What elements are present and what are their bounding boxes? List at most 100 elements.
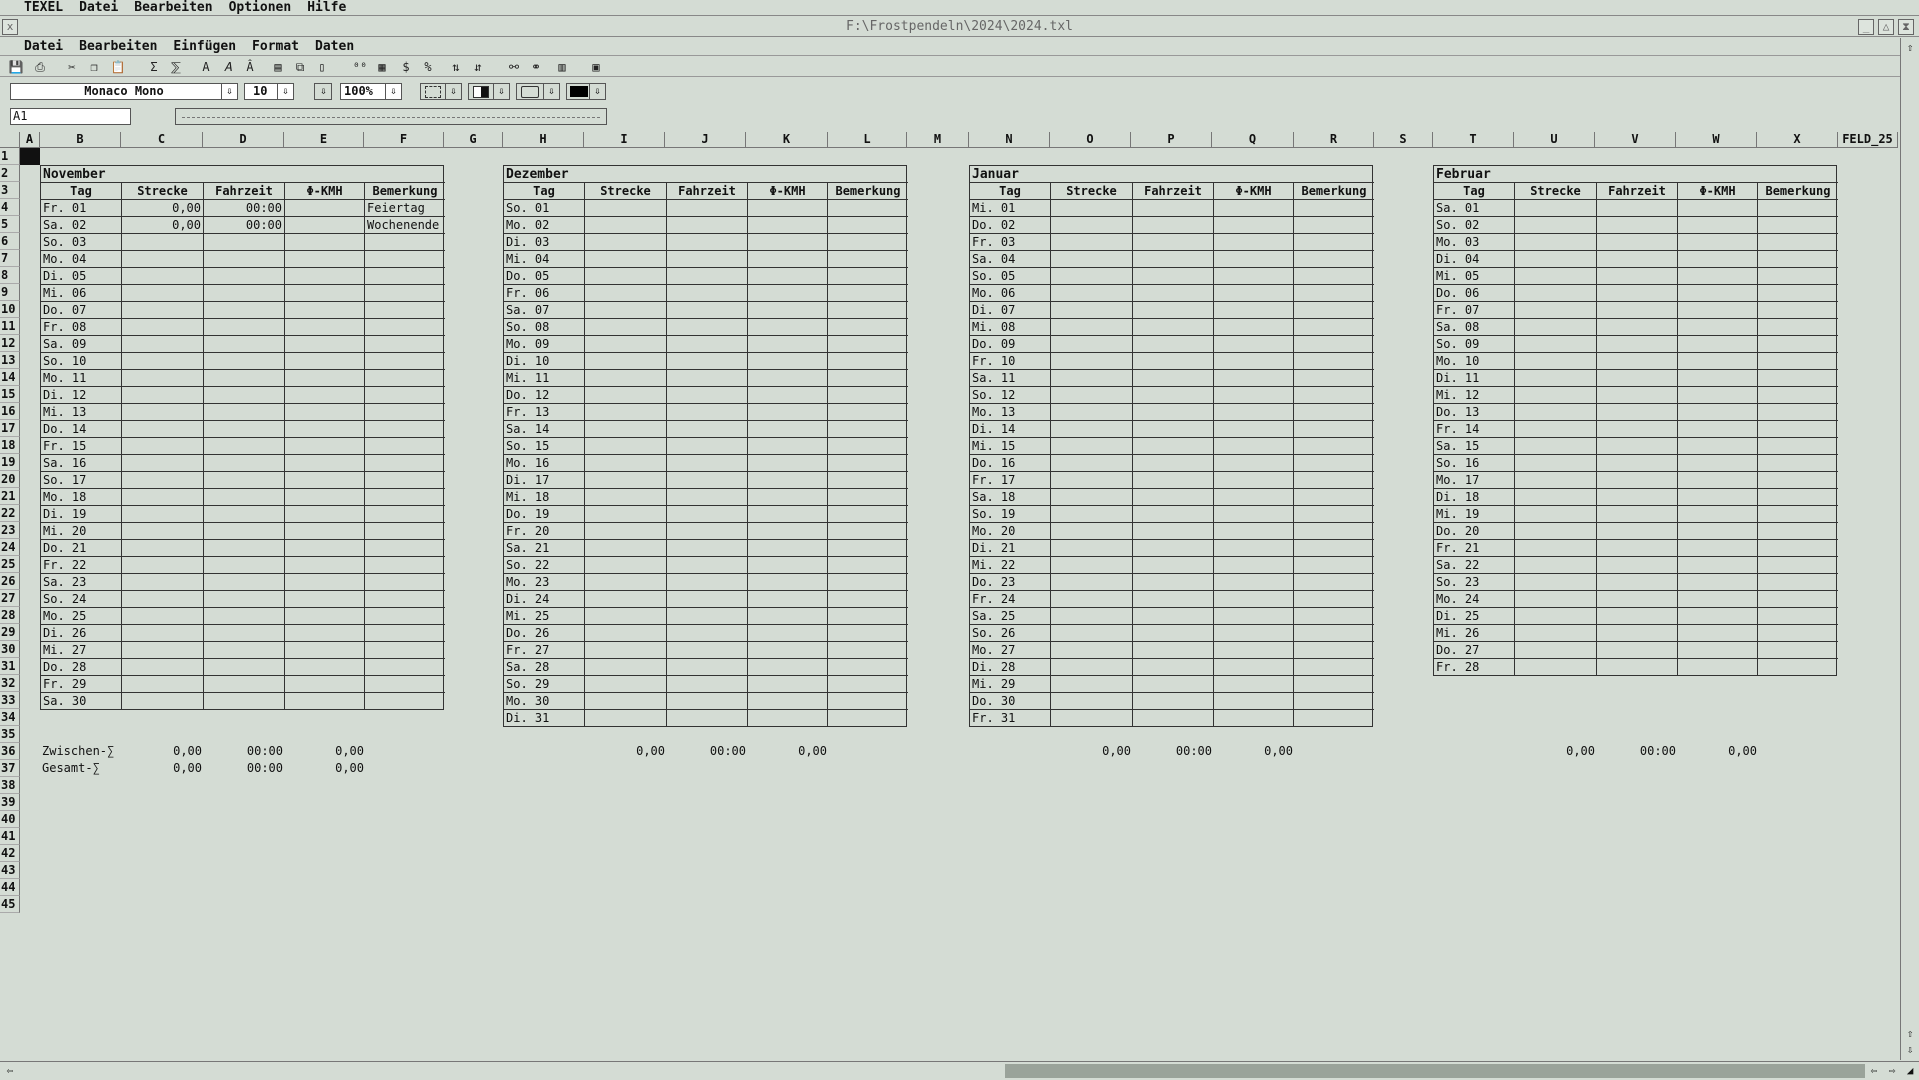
data-cell[interactable]: [1515, 591, 1597, 608]
data-cell[interactable]: [585, 387, 667, 404]
day-cell[interactable]: Mo. 23: [504, 574, 585, 591]
column-header[interactable]: U: [1514, 132, 1595, 148]
column-header[interactable]: S: [1374, 132, 1433, 148]
data-cell[interactable]: [667, 234, 748, 251]
data-cell[interactable]: [748, 540, 828, 557]
data-cell[interactable]: [585, 336, 667, 353]
data-cell[interactable]: [1758, 574, 1838, 591]
page-icon[interactable]: ▯: [314, 59, 330, 75]
data-cell[interactable]: [1678, 336, 1758, 353]
day-cell[interactable]: Di. 26: [41, 625, 122, 642]
day-cell[interactable]: Di. 11: [1434, 370, 1515, 387]
data-cell[interactable]: [365, 540, 445, 557]
data-cell[interactable]: [667, 506, 748, 523]
data-cell[interactable]: [1678, 251, 1758, 268]
data-cell[interactable]: [1678, 268, 1758, 285]
data-cell[interactable]: [828, 676, 908, 693]
day-cell[interactable]: Sa. 08: [1434, 319, 1515, 336]
day-cell[interactable]: Mi. 01: [970, 200, 1051, 217]
data-cell[interactable]: [1133, 251, 1214, 268]
data-cell[interactable]: [585, 217, 667, 234]
day-cell[interactable]: Fr. 13: [504, 404, 585, 421]
style-dropdown[interactable]: ⇩: [314, 83, 332, 100]
data-cell[interactable]: [365, 438, 445, 455]
data-cell[interactable]: [285, 472, 365, 489]
data-cell[interactable]: [365, 234, 445, 251]
day-cell[interactable]: Do. 06: [1434, 285, 1515, 302]
data-cell[interactable]: [748, 557, 828, 574]
data-cell[interactable]: [204, 302, 285, 319]
row-header[interactable]: 6: [0, 233, 20, 250]
data-cell[interactable]: [828, 370, 908, 387]
day-cell[interactable]: Fr. 01: [41, 200, 122, 217]
row-header[interactable]: 19: [0, 454, 20, 471]
day-cell[interactable]: Do. 09: [970, 336, 1051, 353]
data-cell[interactable]: [1214, 319, 1294, 336]
data-cell[interactable]: [667, 353, 748, 370]
data-cell[interactable]: [1133, 608, 1214, 625]
formula-input[interactable]: [175, 108, 607, 125]
data-cell[interactable]: [204, 642, 285, 659]
day-cell[interactable]: Fr. 15: [41, 438, 122, 455]
data-cell[interactable]: [122, 489, 204, 506]
column-header[interactable]: D: [203, 132, 284, 148]
data-cell[interactable]: [1294, 336, 1374, 353]
data-cell[interactable]: [748, 472, 828, 489]
day-cell[interactable]: Sa. 21: [504, 540, 585, 557]
app-menu-einfügen[interactable]: Einfügen: [165, 38, 244, 56]
day-cell[interactable]: So. 24: [41, 591, 122, 608]
day-cell[interactable]: Mi. 25: [504, 608, 585, 625]
data-cell[interactable]: [585, 319, 667, 336]
data-cell[interactable]: [1597, 302, 1678, 319]
data-cell[interactable]: [365, 319, 445, 336]
data-cell[interactable]: [1214, 234, 1294, 251]
data-cell[interactable]: [748, 370, 828, 387]
data-cell[interactable]: [828, 608, 908, 625]
data-cell[interactable]: [285, 353, 365, 370]
data-cell[interactable]: [204, 421, 285, 438]
day-cell[interactable]: Di. 12: [41, 387, 122, 404]
day-cell[interactable]: Fr. 21: [1434, 540, 1515, 557]
data-cell[interactable]: [585, 455, 667, 472]
data-cell[interactable]: [1051, 302, 1133, 319]
data-cell[interactable]: [204, 557, 285, 574]
data-cell[interactable]: [204, 353, 285, 370]
data-cell[interactable]: [828, 217, 908, 234]
data-cell[interactable]: [1133, 438, 1214, 455]
data-cell[interactable]: [1133, 472, 1214, 489]
day-cell[interactable]: Di. 14: [970, 421, 1051, 438]
data-cell[interactable]: [1214, 268, 1294, 285]
data-cell[interactable]: [1678, 642, 1758, 659]
data-cell[interactable]: [1678, 353, 1758, 370]
day-cell[interactable]: Fr. 28: [1434, 659, 1515, 676]
data-cell[interactable]: [1051, 540, 1133, 557]
data-cell[interactable]: [1051, 234, 1133, 251]
data-cell[interactable]: [828, 404, 908, 421]
copy-format-icon[interactable]: ⧉: [292, 59, 308, 75]
day-cell[interactable]: Sa. 11: [970, 370, 1051, 387]
data-cell[interactable]: [204, 404, 285, 421]
data-cell[interactable]: [1214, 693, 1294, 710]
data-cell[interactable]: [1214, 642, 1294, 659]
data-cell[interactable]: [1758, 251, 1838, 268]
day-cell[interactable]: Mi. 20: [41, 523, 122, 540]
data-cell[interactable]: [1214, 336, 1294, 353]
day-cell[interactable]: Mi. 06: [41, 285, 122, 302]
data-cell[interactable]: [828, 506, 908, 523]
data-cell[interactable]: [828, 302, 908, 319]
data-cell[interactable]: [1597, 319, 1678, 336]
day-cell[interactable]: Do. 19: [504, 506, 585, 523]
data-cell[interactable]: [1133, 557, 1214, 574]
font-color-icon[interactable]: Â: [242, 59, 258, 75]
day-cell[interactable]: Sa. 01: [1434, 200, 1515, 217]
row-header[interactable]: 8: [0, 267, 20, 284]
data-cell[interactable]: [1597, 472, 1678, 489]
data-cell[interactable]: [204, 319, 285, 336]
data-cell[interactable]: [1678, 625, 1758, 642]
day-cell[interactable]: Mo. 18: [41, 489, 122, 506]
row-header[interactable]: 28: [0, 607, 20, 624]
data-cell[interactable]: [122, 455, 204, 472]
data-cell[interactable]: [1294, 387, 1374, 404]
data-cell[interactable]: 00:00: [204, 217, 285, 234]
row-header[interactable]: 41: [0, 828, 20, 845]
